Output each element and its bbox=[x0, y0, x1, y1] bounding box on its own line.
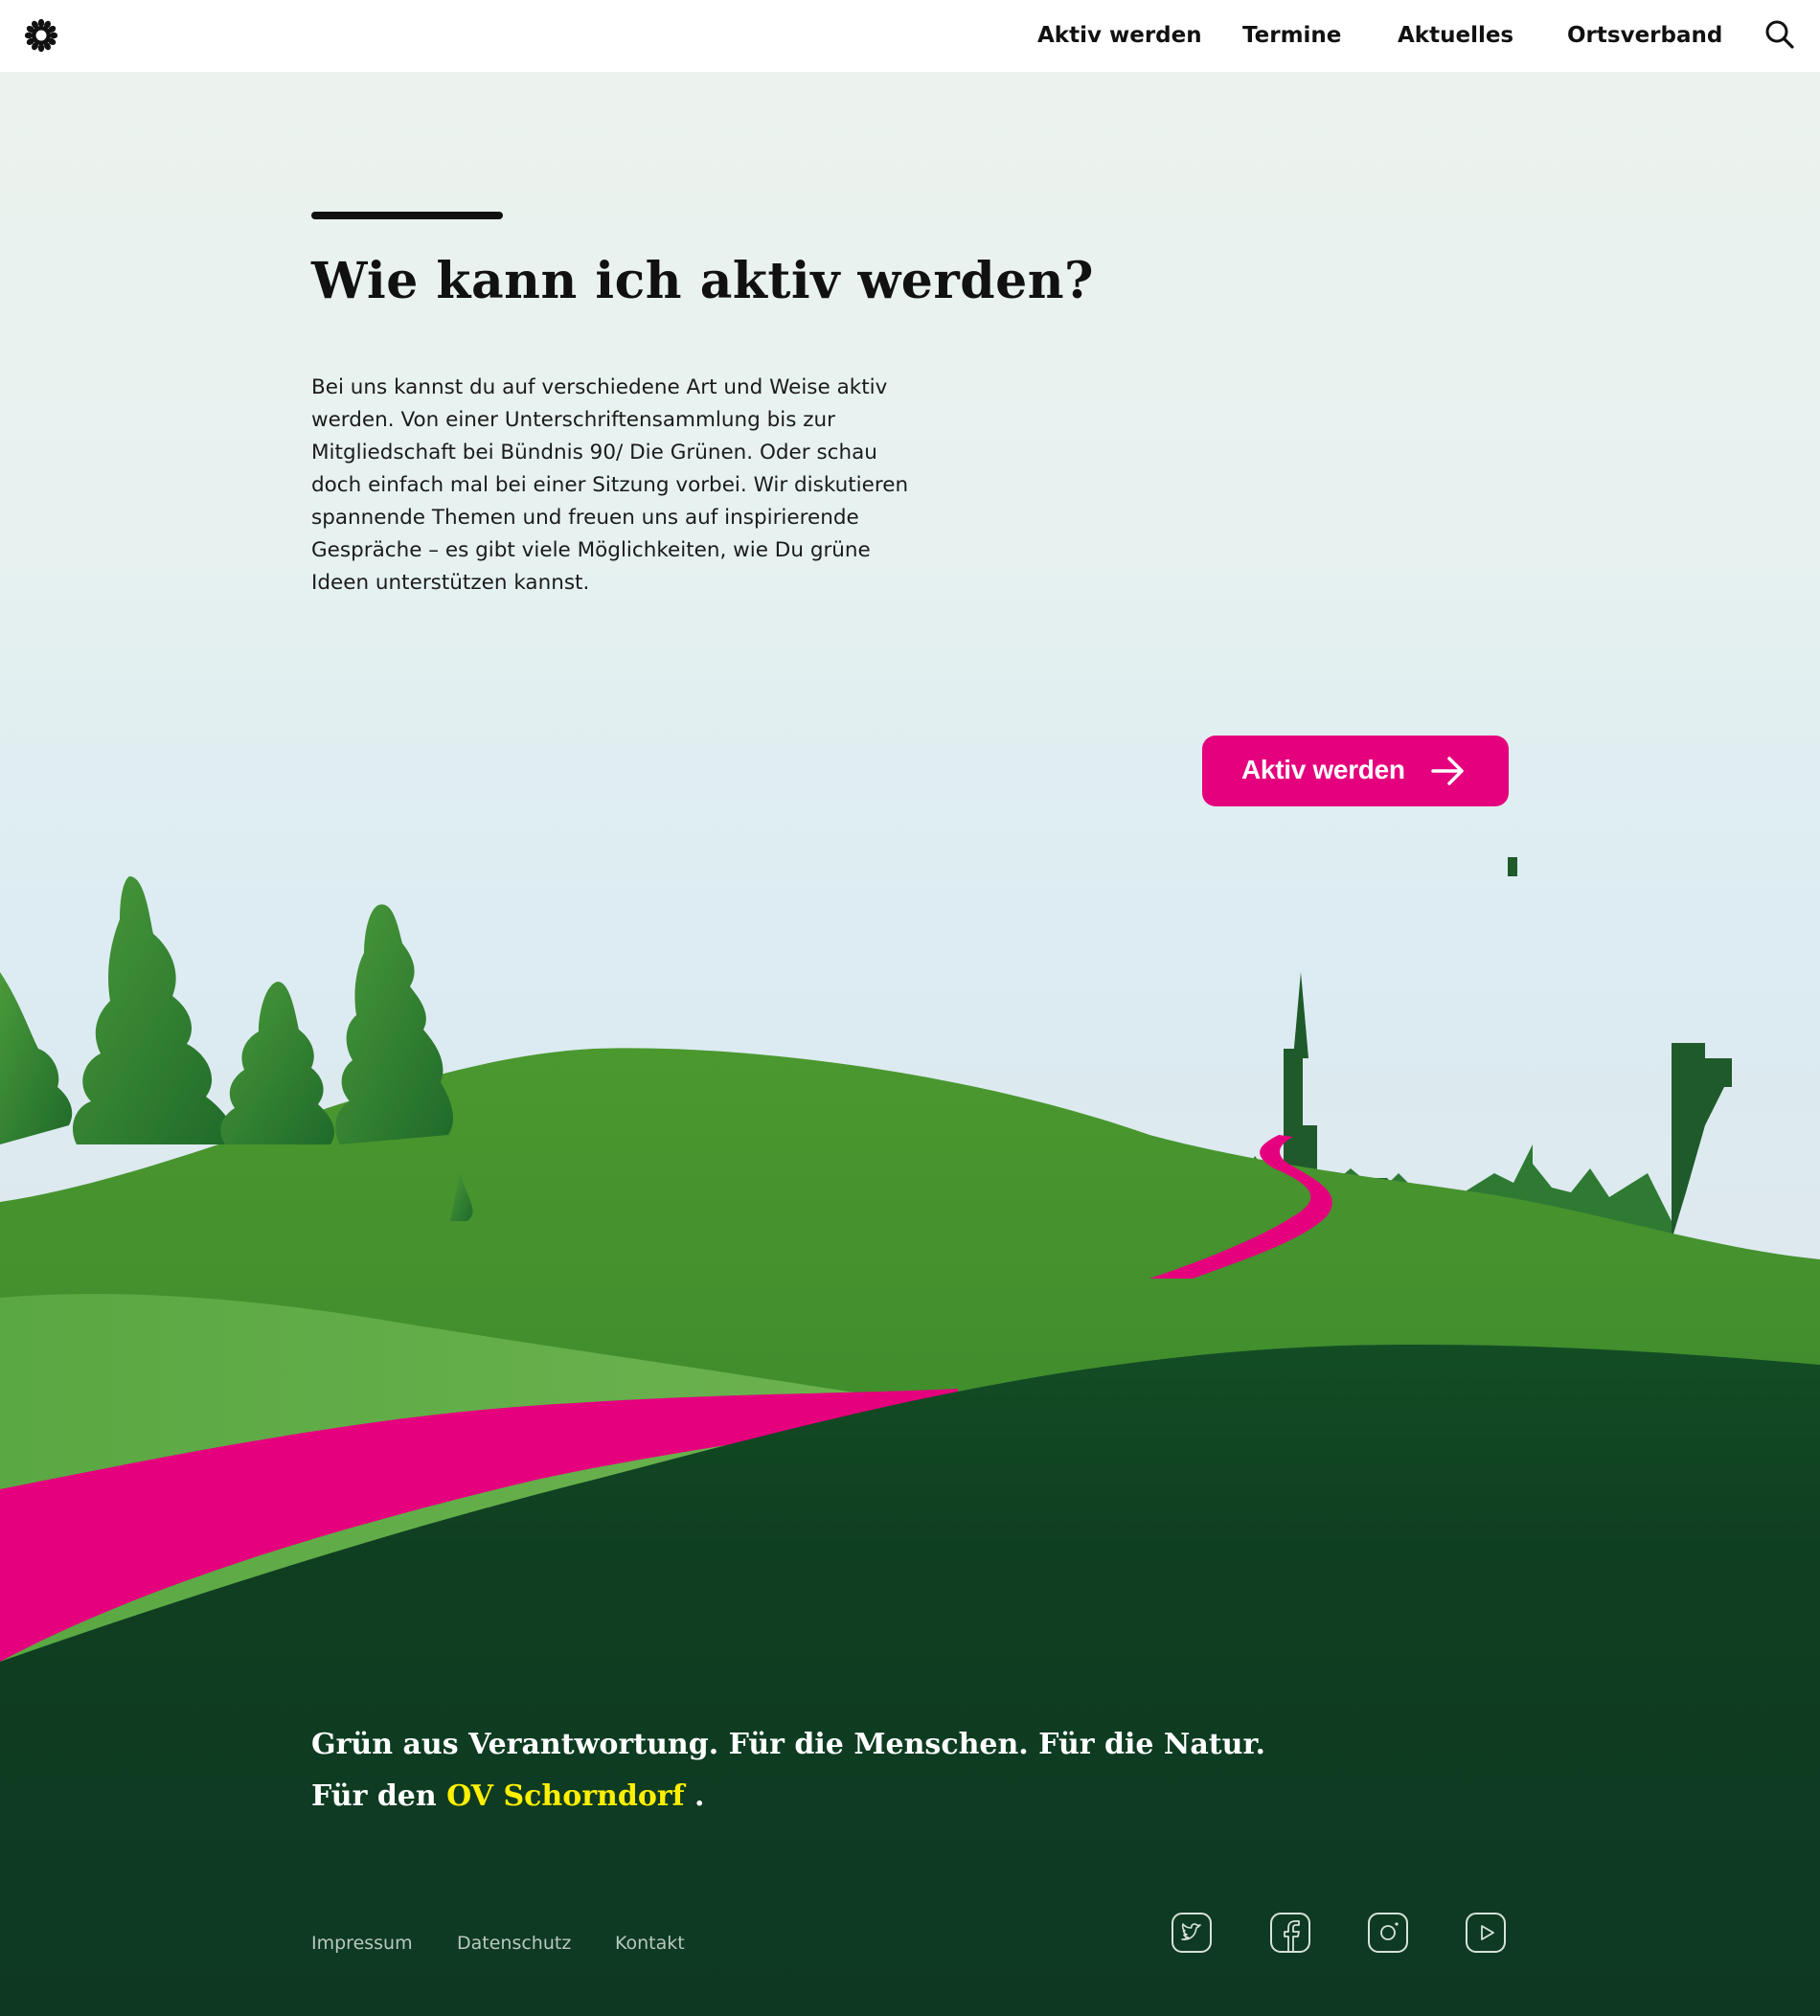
slogan-line-2-prefix: Für den bbox=[311, 1779, 447, 1813]
slogan-line-2-suffix: . bbox=[684, 1779, 705, 1813]
cta-label: Aktiv werden bbox=[1241, 755, 1405, 784]
footer-link-datenschutz[interactable]: Datenschutz bbox=[457, 1933, 571, 1954]
intro-text: Bei uns kannst du auf verschiedene Art u… bbox=[311, 375, 909, 595]
twitter-icon[interactable] bbox=[1171, 1912, 1213, 1954]
hero-section: Wie kann ich aktiv werden? Bei uns kanns… bbox=[0, 72, 1820, 2016]
facebook-icon[interactable] bbox=[1269, 1912, 1311, 1954]
nav-item-aktiv-werden[interactable]: Aktiv werden bbox=[1037, 23, 1202, 48]
footer-link-impressum[interactable]: Impressum bbox=[311, 1933, 413, 1954]
heading-accent-bar bbox=[311, 212, 503, 219]
arrow-right-icon bbox=[1431, 757, 1464, 785]
nav-item-aktuelles[interactable]: Aktuelles bbox=[1398, 23, 1513, 48]
youtube-icon[interactable] bbox=[1465, 1912, 1507, 1954]
slogan-line-1: Grün aus Verantwortung. Für die Menschen… bbox=[311, 1728, 1265, 1761]
slogan-line-2: Für den OV Schorndorf . bbox=[311, 1771, 1265, 1823]
ov-schorndorf-highlight: OV Schorndorf bbox=[446, 1779, 685, 1813]
search-icon[interactable] bbox=[1764, 19, 1795, 50]
instagram-icon[interactable] bbox=[1367, 1912, 1409, 1954]
nav-item-ortsverband[interactable]: Ortsverband bbox=[1567, 23, 1722, 48]
nav-item-termine[interactable]: Termine bbox=[1242, 23, 1341, 48]
landscape-illustration bbox=[0, 857, 1820, 2016]
aktiv-werden-button[interactable]: Aktiv werden bbox=[1202, 736, 1509, 806]
footer-link-kontakt[interactable]: Kontakt bbox=[615, 1933, 685, 1954]
page-title: Wie kann ich aktiv werden? bbox=[311, 252, 1094, 310]
footer-slogan: Grün aus Verantwortung. Für die Menschen… bbox=[311, 1719, 1265, 1823]
sunflower-logo-icon[interactable] bbox=[25, 19, 57, 52]
top-navigation-bar: Aktiv werden Termine Aktuelles Ortsverba… bbox=[0, 0, 1820, 72]
